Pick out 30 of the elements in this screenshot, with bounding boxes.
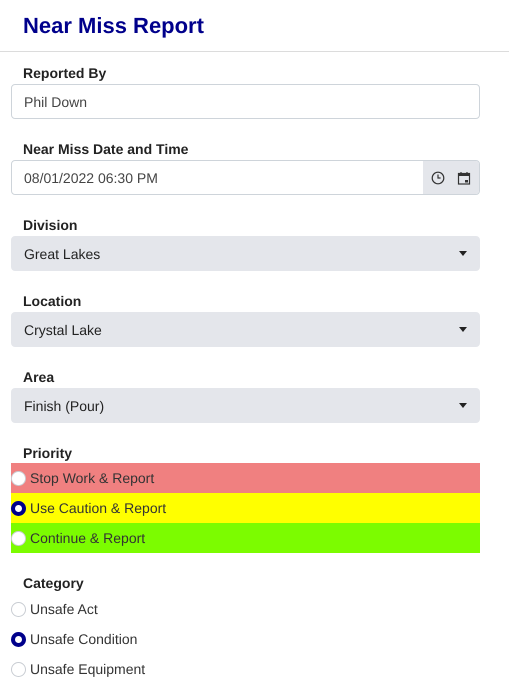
option-label: Unsafe Condition [30,631,138,647]
datetime-field[interactable]: 08/01/2022 06:30 PM [11,160,480,195]
page-title: Near Miss Report [23,12,204,38]
field-label: Division [22,216,78,235]
clock-icon[interactable] [431,170,445,184]
priority-option[interactable]: Stop Work & Report [11,463,480,493]
field-label: Location [22,292,82,311]
priority-option[interactable]: Use Caution & Report [11,493,480,523]
option-label: Unsafe Equipment [30,661,146,677]
option-label: Unsafe Act [30,601,98,617]
radio-button[interactable] [11,500,26,516]
calendar-icon[interactable] [457,170,471,184]
option-label: Stop Work & Report [30,470,154,486]
field-label: Area [22,368,56,387]
datetime-value: 08/01/2022 06:30 PM [24,170,158,186]
field-label: Near Miss Date and Time [22,140,190,159]
field-label: Reported By [22,64,108,83]
priority-option[interactable]: Continue & Report [11,523,480,553]
caret-icon [459,251,467,256]
option-label: Use Caution & Report [30,500,166,516]
input-field[interactable]: Phil Down [11,84,480,119]
dropdown[interactable]: Great Lakes [11,236,480,271]
dropdown[interactable]: Crystal Lake [11,312,480,347]
option-label: Continue & Report [30,530,146,546]
radio-button[interactable] [11,632,26,646]
caret-icon [459,403,467,408]
field-label: Category [22,574,85,593]
dropdown[interactable]: Finish (Pour) [11,388,480,423]
caret-icon [459,327,467,332]
field-label: Priority [22,444,74,463]
